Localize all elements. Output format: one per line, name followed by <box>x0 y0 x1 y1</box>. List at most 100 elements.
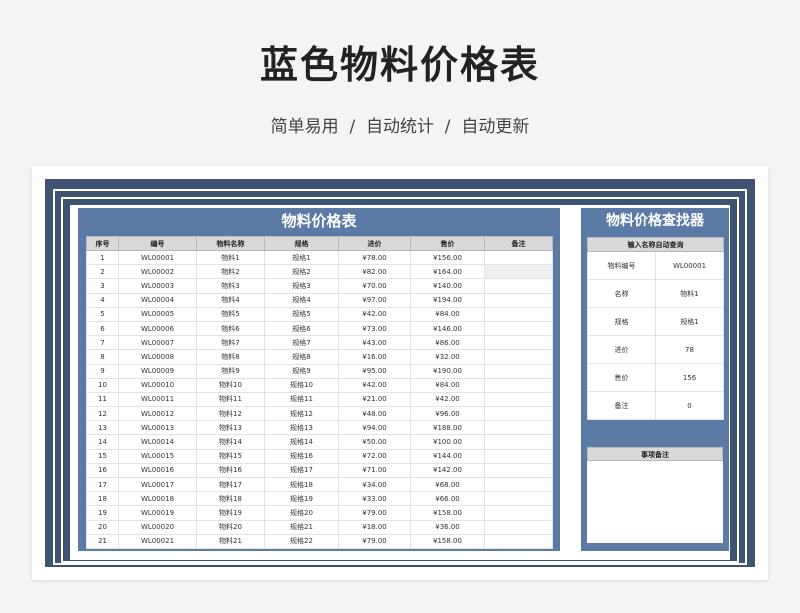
remark-cell[interactable] <box>484 249 553 266</box>
index-cell[interactable]: 8 <box>86 349 119 365</box>
spec-cell[interactable]: 规格17 <box>264 462 339 479</box>
index-cell[interactable]: 10 <box>86 377 119 393</box>
finder-value[interactable]: WL00001 <box>655 251 724 280</box>
spec-cell[interactable]: 规格3 <box>264 278 339 294</box>
index-cell[interactable]: 15 <box>86 448 119 464</box>
index-cell[interactable]: 11 <box>86 391 119 408</box>
price-cell[interactable]: ¥96.00 <box>410 406 485 422</box>
code-cell[interactable]: WL00007 <box>118 335 197 351</box>
name-cell[interactable]: 物料6 <box>196 320 265 337</box>
cost-cell[interactable]: ¥95.00 <box>338 363 411 379</box>
cost-cell[interactable]: ¥18.00 <box>338 519 411 535</box>
finder-value[interactable]: 规格1 <box>655 307 724 336</box>
index-cell[interactable]: 3 <box>86 278 119 294</box>
name-cell[interactable]: 物料8 <box>196 349 265 365</box>
remark-cell[interactable] <box>484 533 553 549</box>
cost-cell[interactable]: ¥94.00 <box>338 420 411 436</box>
code-cell[interactable]: WL00010 <box>118 377 197 393</box>
name-cell[interactable]: 物料2 <box>196 264 265 280</box>
cost-cell[interactable]: ¥82.00 <box>338 264 411 280</box>
notes-box[interactable]: 事项备注 <box>587 447 723 543</box>
spec-cell[interactable]: 规格9 <box>264 363 339 379</box>
spec-cell[interactable]: 规格12 <box>264 406 339 422</box>
cost-cell[interactable]: ¥79.00 <box>338 533 411 549</box>
price-cell[interactable]: ¥194.00 <box>410 292 485 308</box>
price-cell[interactable]: ¥190.00 <box>410 363 485 379</box>
cost-cell[interactable]: ¥71.00 <box>338 462 411 479</box>
code-cell[interactable]: WL00014 <box>118 434 197 450</box>
name-cell[interactable]: 物料18 <box>196 491 265 507</box>
remark-cell[interactable] <box>484 335 553 351</box>
code-cell[interactable]: WL00004 <box>118 292 197 308</box>
code-cell[interactable]: WL00005 <box>118 306 197 322</box>
spec-cell[interactable]: 规格14 <box>264 434 339 450</box>
code-cell[interactable]: WL00001 <box>118 249 197 266</box>
remark-cell[interactable] <box>484 476 553 493</box>
spec-cell[interactable]: 规格4 <box>264 292 339 308</box>
price-cell[interactable]: ¥84.00 <box>410 306 485 322</box>
cost-cell[interactable]: ¥79.00 <box>338 505 411 521</box>
cost-cell[interactable]: ¥78.00 <box>338 249 411 266</box>
remark-cell[interactable] <box>484 505 553 521</box>
finder-value[interactable]: 物料1 <box>655 279 724 308</box>
remark-cell[interactable] <box>484 462 553 479</box>
price-cell[interactable]: ¥32.00 <box>410 349 485 365</box>
index-cell[interactable]: 21 <box>86 533 119 549</box>
index-cell[interactable]: 19 <box>86 505 119 521</box>
cost-cell[interactable]: ¥16.00 <box>338 349 411 365</box>
price-cell[interactable]: ¥140.00 <box>410 278 485 294</box>
cost-cell[interactable]: ¥33.00 <box>338 491 411 507</box>
spec-cell[interactable]: 规格2 <box>264 264 339 280</box>
remark-cell[interactable] <box>484 320 553 337</box>
code-cell[interactable]: WL00017 <box>118 476 197 493</box>
price-cell[interactable]: ¥146.00 <box>410 320 485 337</box>
cost-cell[interactable]: ¥70.00 <box>338 278 411 294</box>
code-cell[interactable]: WL00016 <box>118 462 197 479</box>
name-cell[interactable]: 物料4 <box>196 292 265 308</box>
index-cell[interactable]: 1 <box>86 249 119 266</box>
index-cell[interactable]: 13 <box>86 420 119 436</box>
price-cell[interactable]: ¥36.00 <box>410 519 485 535</box>
index-cell[interactable]: 4 <box>86 292 119 308</box>
spec-cell[interactable]: 规格11 <box>264 391 339 408</box>
spec-cell[interactable]: 规格10 <box>264 377 339 393</box>
remark-cell[interactable] <box>484 391 553 408</box>
name-cell[interactable]: 物料7 <box>196 335 265 351</box>
code-cell[interactable]: WL00019 <box>118 505 197 521</box>
code-cell[interactable]: WL00008 <box>118 349 197 365</box>
code-cell[interactable]: WL00018 <box>118 491 197 507</box>
name-cell[interactable]: 物料21 <box>196 533 265 549</box>
price-cell[interactable]: ¥188.00 <box>410 420 485 436</box>
cost-cell[interactable]: ¥72.00 <box>338 448 411 464</box>
remark-cell[interactable] <box>484 292 553 308</box>
remark-cell[interactable] <box>484 434 553 450</box>
name-cell[interactable]: 物料13 <box>196 420 265 436</box>
spec-cell[interactable]: 规格19 <box>264 491 339 507</box>
price-cell[interactable]: ¥158.00 <box>410 533 485 549</box>
spec-cell[interactable]: 规格1 <box>264 249 339 266</box>
index-cell[interactable]: 6 <box>86 320 119 337</box>
price-cell[interactable]: ¥86.00 <box>410 335 485 351</box>
name-cell[interactable]: 物料12 <box>196 406 265 422</box>
name-cell[interactable]: 物料20 <box>196 519 265 535</box>
spec-cell[interactable]: 规格18 <box>264 476 339 493</box>
price-cell[interactable]: ¥84.00 <box>410 377 485 393</box>
remark-cell[interactable] <box>484 406 553 422</box>
cost-cell[interactable]: ¥21.00 <box>338 391 411 408</box>
remark-cell[interactable] <box>484 363 553 379</box>
name-cell[interactable]: 物料11 <box>196 391 265 408</box>
remark-cell[interactable] <box>484 306 553 322</box>
remark-cell[interactable] <box>484 420 553 436</box>
index-cell[interactable]: 9 <box>86 363 119 379</box>
price-cell[interactable]: ¥144.00 <box>410 448 485 464</box>
finder-value[interactable]: 78 <box>655 335 724 364</box>
remark-cell[interactable] <box>484 264 553 280</box>
cost-cell[interactable]: ¥43.00 <box>338 335 411 351</box>
code-cell[interactable]: WL00012 <box>118 406 197 422</box>
spec-cell[interactable]: 规格22 <box>264 533 339 549</box>
cost-cell[interactable]: ¥48.00 <box>338 406 411 422</box>
name-cell[interactable]: 物料3 <box>196 278 265 294</box>
index-cell[interactable]: 12 <box>86 406 119 422</box>
code-cell[interactable]: WL00015 <box>118 448 197 464</box>
name-cell[interactable]: 物料15 <box>196 448 265 464</box>
